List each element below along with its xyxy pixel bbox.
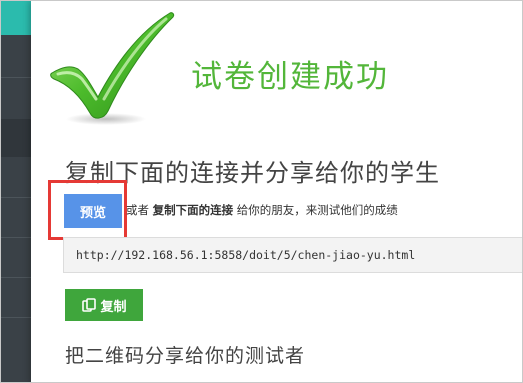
instruction-suffix: 给你的朋友，来测试他们的成绩 <box>233 203 398 217</box>
instruction-prefix: 或者 <box>126 203 153 217</box>
qr-share-heading: 把二维码分享给你的测试者 <box>65 345 306 367</box>
share-url-field[interactable]: http://192.168.56.1:5858/doit/5/chen-jia… <box>63 237 522 273</box>
copy-icon <box>81 297 97 313</box>
check-mark-icon <box>50 12 175 125</box>
copy-button[interactable]: 复制 <box>65 289 143 321</box>
sidebar-active-notch <box>15 1 31 35</box>
copy-button-label: 复制 <box>100 299 127 315</box>
copy-instruction: 或者 复制下面的连接 给你的朋友，来测试他们的成绩 <box>126 202 398 218</box>
screenshot-frame: 试卷创建成功 复制下面的连接并分享给你的学生 预览 或者 复制下面的连接 给你的… <box>0 0 523 383</box>
sidebar-divider <box>1 197 31 198</box>
instruction-bold: 复制下面的连接 <box>152 203 234 217</box>
success-title: 试卷创建成功 <box>191 59 389 95</box>
sidebar-divider <box>1 237 31 238</box>
sidebar-divider <box>1 317 31 318</box>
sidebar-divider <box>1 277 31 278</box>
share-modal: 试卷创建成功 复制下面的连接并分享给你的学生 预览 或者 复制下面的连接 给你的… <box>31 1 522 382</box>
sidebar-divider <box>1 77 31 78</box>
preview-button[interactable]: 预览 <box>64 194 122 228</box>
background-sidebar <box>1 1 31 382</box>
sidebar-item[interactable] <box>1 119 31 157</box>
